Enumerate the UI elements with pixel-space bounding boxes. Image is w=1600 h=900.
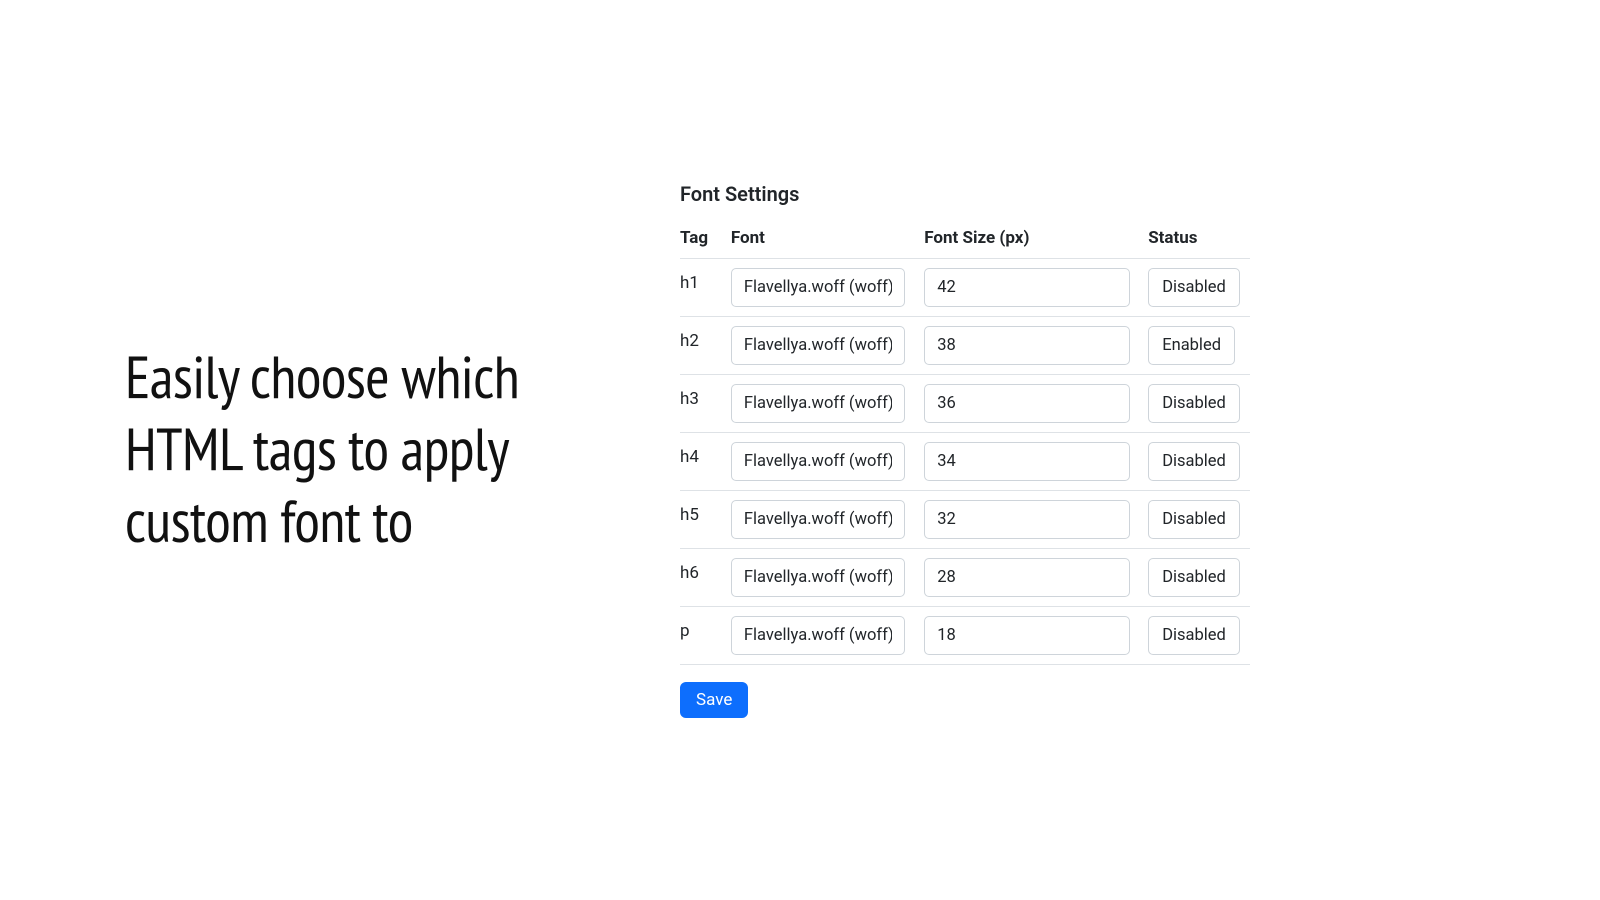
font-size-input[interactable] <box>924 558 1130 597</box>
font-input[interactable] <box>731 384 905 423</box>
status-toggle-button[interactable]: Disabled <box>1148 558 1240 597</box>
column-header-status: Status <box>1148 220 1250 259</box>
status-toggle-button[interactable]: Disabled <box>1148 384 1240 423</box>
table-row: h1 Disabled <box>680 258 1250 316</box>
panel-title: Font Settings <box>680 182 1250 206</box>
font-size-input[interactable] <box>924 616 1130 655</box>
table-row: h6 Disabled <box>680 549 1250 607</box>
tag-label: h3 <box>680 374 731 432</box>
tag-label: h4 <box>680 432 731 490</box>
font-input[interactable] <box>731 616 905 655</box>
tag-label: h5 <box>680 491 731 549</box>
tag-label: h2 <box>680 316 731 374</box>
font-input[interactable] <box>731 326 905 365</box>
font-size-input[interactable] <box>924 384 1130 423</box>
table-row: h3 Disabled <box>680 374 1250 432</box>
status-toggle-button[interactable]: Enabled <box>1148 326 1235 365</box>
font-size-input[interactable] <box>924 442 1130 481</box>
font-input[interactable] <box>731 442 905 481</box>
tag-label: p <box>680 607 731 665</box>
table-row: h4 Disabled <box>680 432 1250 490</box>
font-size-input[interactable] <box>924 326 1130 365</box>
table-row: p Disabled <box>680 607 1250 665</box>
font-settings-table: Tag Font Font Size (px) Status h1 Disable… <box>680 220 1250 666</box>
font-size-input[interactable] <box>924 268 1130 307</box>
status-toggle-button[interactable]: Disabled <box>1148 442 1240 481</box>
save-button[interactable]: Save <box>680 682 748 718</box>
font-input[interactable] <box>731 268 905 307</box>
marketing-headline: Easily choose which HTML tags to apply c… <box>125 342 560 558</box>
font-settings-panel: Font Settings Tag Font Font Size (px) St… <box>680 182 1250 719</box>
status-toggle-button[interactable]: Disabled <box>1148 268 1240 307</box>
tag-label: h6 <box>680 549 731 607</box>
column-header-font: Font <box>731 220 924 259</box>
tag-label: h1 <box>680 258 731 316</box>
status-toggle-button[interactable]: Disabled <box>1148 500 1240 539</box>
column-header-size: Font Size (px) <box>924 220 1148 259</box>
table-row: h2 Enabled <box>680 316 1250 374</box>
font-input[interactable] <box>731 558 905 597</box>
status-toggle-button[interactable]: Disabled <box>1148 616 1240 655</box>
font-input[interactable] <box>731 500 905 539</box>
table-row: h5 Disabled <box>680 491 1250 549</box>
font-size-input[interactable] <box>924 500 1130 539</box>
column-header-tag: Tag <box>680 220 731 259</box>
